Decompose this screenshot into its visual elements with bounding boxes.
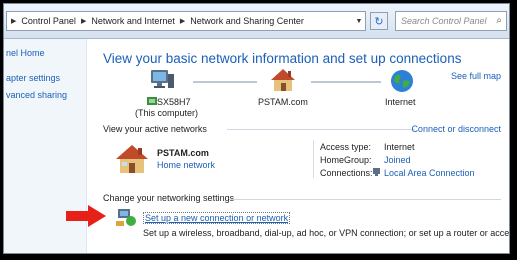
connect-or-disconnect-link[interactable]: Connect or disconnect <box>411 124 501 134</box>
computer-icon <box>151 70 174 88</box>
navigation-bar: ▶ Control Panel ▶ Network and Internet ▶… <box>4 4 509 39</box>
access-type-label: Access type: <box>320 142 372 152</box>
refresh-icon[interactable]: ↻ <box>370 12 388 30</box>
section-divider <box>227 129 415 130</box>
setup-description: Set up a wireless, broadband, dial-up, a… <box>143 228 510 238</box>
local-area-connection-link[interactable]: Local Area Connection <box>384 168 475 178</box>
main-content: View your basic network information and … <box>87 39 509 253</box>
change-settings-heading: Change your networking settings <box>103 193 235 203</box>
address-dropdown-icon[interactable]: ▼ <box>353 12 365 30</box>
breadcrumb-network-and-internet[interactable]: Network and Internet <box>91 16 175 26</box>
house-icon <box>116 145 148 173</box>
breadcrumb-network-and-sharing-center[interactable]: Network and Sharing Center <box>190 16 304 26</box>
connections-label: Connections: <box>320 168 373 178</box>
network-setup-icon <box>116 209 136 226</box>
homegroup-link[interactable]: Joined <box>384 155 411 165</box>
search-placeholder: Search Control Panel <box>401 16 487 26</box>
computer-sub-label: (This computer) <box>135 108 199 118</box>
setup-new-connection-link[interactable]: Set up a new connection or network <box>143 212 291 224</box>
globe-icon <box>391 70 413 92</box>
active-network-name: PSTAM.com <box>157 148 209 158</box>
chevron-right-icon[interactable]: ▶ <box>81 17 86 25</box>
chevron-right-icon[interactable]: ▶ <box>180 17 185 25</box>
section-divider <box>229 199 501 200</box>
left-pane-advanced-sharing-link[interactable]: vanced sharing <box>6 90 67 100</box>
map-network-name: PSTAM.com <box>258 97 308 107</box>
vertical-divider <box>313 140 314 178</box>
see-full-map-link[interactable]: See full map <box>451 71 501 81</box>
house-icon <box>271 69 295 91</box>
page-title: View your basic network information and … <box>103 51 462 66</box>
homegroup-label: HomeGroup: <box>320 155 372 165</box>
left-pane-adapter-settings-link[interactable]: apter settings <box>6 73 60 83</box>
breadcrumb-control-panel[interactable]: Control Panel <box>21 16 76 26</box>
map-connector <box>311 81 381 83</box>
access-type-value: Internet <box>384 142 415 152</box>
left-pane-control-panel-home-link[interactable]: nel Home <box>6 48 45 58</box>
address-bar[interactable]: ▶ Control Panel ▶ Network and Internet ▶… <box>6 11 366 31</box>
computer-name: SX58H7 <box>157 97 191 107</box>
red-arrow-icon <box>66 205 106 227</box>
search-input[interactable]: Search Control Panel ⌕ <box>395 11 507 31</box>
ethernet-icon <box>373 168 380 176</box>
active-networks-heading: View your active networks <box>103 124 207 134</box>
chevron-right-icon[interactable]: ▶ <box>11 17 16 25</box>
internet-label: Internet <box>385 97 416 107</box>
network-type-link[interactable]: Home network <box>157 160 215 170</box>
search-icon[interactable]: ⌕ <box>496 15 502 26</box>
map-connector <box>193 81 257 83</box>
